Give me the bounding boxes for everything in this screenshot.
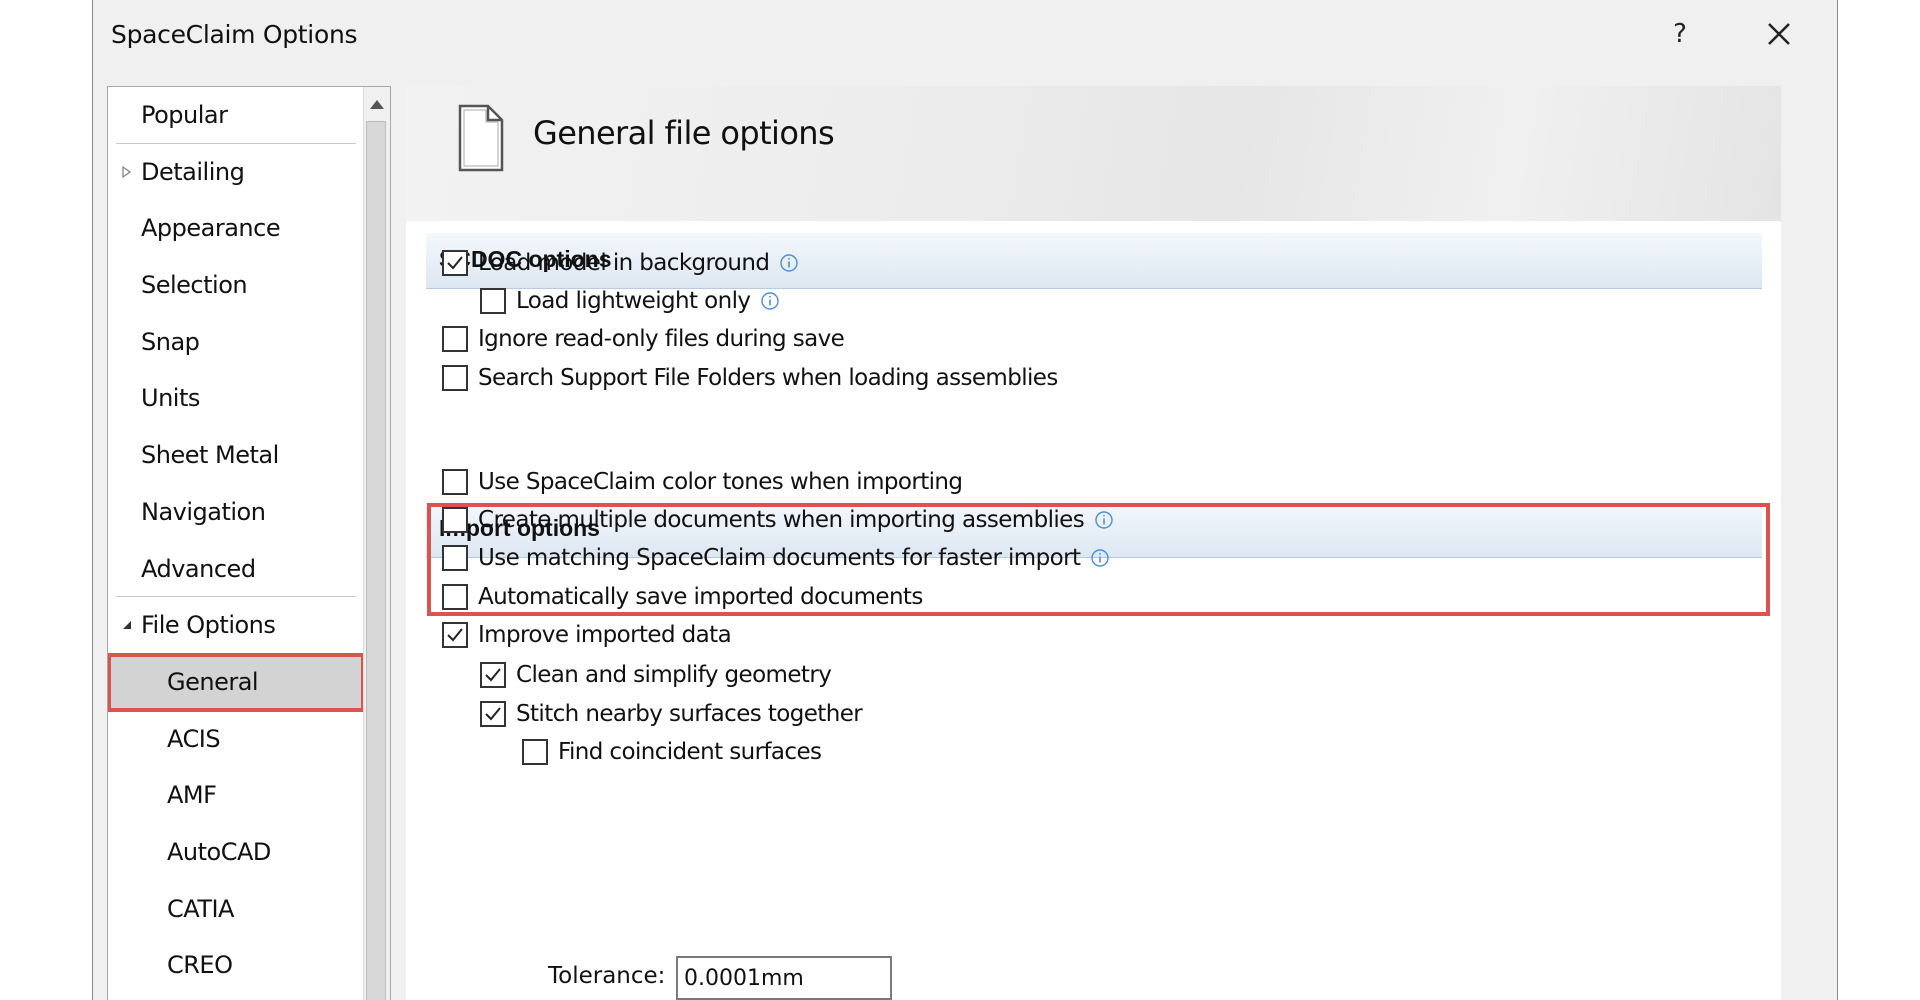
nav-item-sheet-metal[interactable]: Sheet Metal	[108, 427, 364, 484]
info-icon[interactable]	[1090, 548, 1110, 568]
option-load-model-in-background[interactable]: Load model in background	[442, 247, 799, 279]
nav-item-label: Advanced	[141, 554, 256, 583]
option-automatically-save-imported-documents[interactable]: Automatically save imported documents	[442, 581, 923, 613]
checkmark-icon	[485, 668, 501, 682]
checkbox-unchecked[interactable]	[442, 545, 468, 571]
nav-item-label: Selection	[141, 271, 248, 300]
checkmark-icon	[485, 707, 501, 721]
nav-item-file-options[interactable]: File Options	[108, 597, 364, 654]
checkbox-checked[interactable]	[442, 622, 468, 648]
nav-scroll-thumb[interactable]	[366, 121, 386, 1000]
nav-item-label: AMF	[167, 781, 217, 810]
checkmark-icon	[447, 256, 463, 270]
option-label: Load model in background	[478, 250, 770, 276]
nav-item-navigation[interactable]: Navigation	[108, 484, 364, 541]
tolerance-input[interactable]	[676, 956, 892, 1000]
nav-item-detailing[interactable]: Detailing	[108, 144, 364, 201]
nav-item-catia[interactable]: CATIA	[108, 881, 364, 938]
nav-item-label: CATIA	[167, 894, 234, 923]
checkbox-unchecked[interactable]	[442, 365, 468, 391]
option-label: Load lightweight only	[516, 288, 751, 314]
option-label: Create multiple documents when importing…	[478, 507, 1085, 533]
checkbox-checked[interactable]	[480, 701, 506, 727]
checkbox-unchecked[interactable]	[442, 326, 468, 352]
option-label: Stitch nearby surfaces together	[516, 701, 863, 727]
checkbox-checked[interactable]	[442, 250, 468, 276]
info-icon[interactable]	[1094, 510, 1114, 530]
option-label: Use matching SpaceClaim documents for fa…	[478, 545, 1081, 571]
nav-item-label: Appearance	[141, 214, 281, 243]
nav-item-appearance[interactable]: Appearance	[108, 200, 364, 257]
nav-scrollbar[interactable]	[363, 87, 390, 1000]
option-stitch-nearby-surfaces-together[interactable]: Stitch nearby surfaces together	[480, 698, 863, 730]
nav-item-label: General	[167, 667, 259, 696]
nav-item-popular[interactable]: Popular	[108, 87, 364, 144]
option-clean-and-simplify-geometry[interactable]: Clean and simplify geometry	[480, 659, 832, 691]
nav-item-creo-parametric[interactable]: CREO Parametric	[108, 937, 364, 994]
options-nav-tree: Popular Detailing Appearance Selection Snap U…	[107, 86, 391, 1000]
option-label: Automatically save imported documents	[478, 584, 923, 610]
nav-item-snap[interactable]: Snap	[108, 314, 364, 371]
checkbox-unchecked[interactable]	[522, 739, 548, 765]
option-use-spaceclaim-color-tones-when-importing[interactable]: Use SpaceClaim color tones when importin…	[442, 466, 963, 498]
nav-item-units[interactable]: Units	[108, 370, 364, 427]
checkbox-checked[interactable]	[480, 662, 506, 688]
nav-item-amf[interactable]: AMF	[108, 767, 364, 824]
option-find-coincident-surfaces[interactable]: Find coincident surfaces	[522, 736, 822, 768]
nav-item-label: Navigation	[141, 497, 266, 526]
nav-item-acis[interactable]: ACIS	[108, 711, 364, 768]
help-button[interactable]: ?	[1663, 16, 1697, 52]
nav-item-label: CREO Parametric	[167, 951, 233, 980]
nav-item-label: File Options	[141, 611, 276, 640]
options-content-panel: General file options SCDOC options Load m…	[406, 86, 1781, 1000]
close-button[interactable]	[1757, 12, 1801, 56]
checkbox-unchecked[interactable]	[442, 507, 468, 533]
nav-item-general[interactable]: General	[108, 652, 365, 712]
option-ignore-read-only-files-during-save[interactable]: Ignore read-only files during save	[442, 323, 845, 355]
info-icon[interactable]	[760, 291, 780, 311]
checkbox-unchecked[interactable]	[480, 288, 506, 314]
nav-item-autocad[interactable]: AutoCAD	[108, 824, 364, 881]
option-label: Clean and simplify geometry	[516, 662, 832, 688]
option-use-matching-spaceclaim-documents-for-faster-import[interactable]: Use matching SpaceClaim documents for fa…	[442, 542, 1110, 574]
nav-item-label: Sheet Metal	[141, 441, 279, 470]
option-label: Find coincident surfaces	[558, 739, 822, 765]
nav-item-label: AutoCAD	[167, 837, 271, 866]
collapsed-triangle-icon[interactable]	[120, 165, 134, 179]
nav-item-selection[interactable]: Selection	[108, 257, 364, 314]
scroll-up-arrow-icon[interactable]	[368, 97, 386, 111]
option-load-lightweight-only[interactable]: Load lightweight only	[480, 285, 780, 317]
nav-item-advanced[interactable]: Advanced	[108, 541, 364, 598]
option-label: Use SpaceClaim color tones when importin…	[478, 469, 963, 495]
checkbox-unchecked[interactable]	[442, 584, 468, 610]
page-header: General file options	[406, 86, 1781, 221]
nav-item-label: ACIS	[167, 724, 221, 753]
checkbox-unchecked[interactable]	[442, 469, 468, 495]
tolerance-label: Tolerance:	[548, 963, 666, 989]
nav-item-label: Popular	[141, 101, 228, 129]
nav-item-label: Detailing	[141, 157, 245, 186]
option-create-multiple-documents-when-importing-assemblies[interactable]: Create multiple documents when importing…	[442, 504, 1114, 536]
info-icon[interactable]	[779, 253, 799, 273]
option-label: Search Support File Folders when loading…	[478, 365, 1058, 391]
option-improve-imported-data[interactable]: Improve imported data	[442, 619, 732, 651]
document-icon	[458, 104, 504, 172]
option-search-support-file-folders-when-loading-assemblies[interactable]: Search Support File Folders when loading…	[442, 362, 1058, 394]
dialog-title: SpaceClaim Options	[111, 20, 358, 49]
page-title: General file options	[533, 114, 835, 152]
options-dialog: SpaceClaim Options ? Popular Detailing App…	[92, 0, 1838, 1000]
nav-item-label: Units	[141, 384, 200, 413]
expanded-triangle-icon[interactable]	[120, 618, 134, 632]
nav-list: Popular Detailing Appearance Selection Snap U…	[108, 87, 365, 994]
checkmark-icon	[447, 628, 463, 642]
nav-item-label: Snap	[141, 327, 200, 356]
option-label: Ignore read-only files during save	[478, 326, 845, 352]
close-icon	[1768, 23, 1790, 45]
option-label: Improve imported data	[478, 622, 732, 648]
